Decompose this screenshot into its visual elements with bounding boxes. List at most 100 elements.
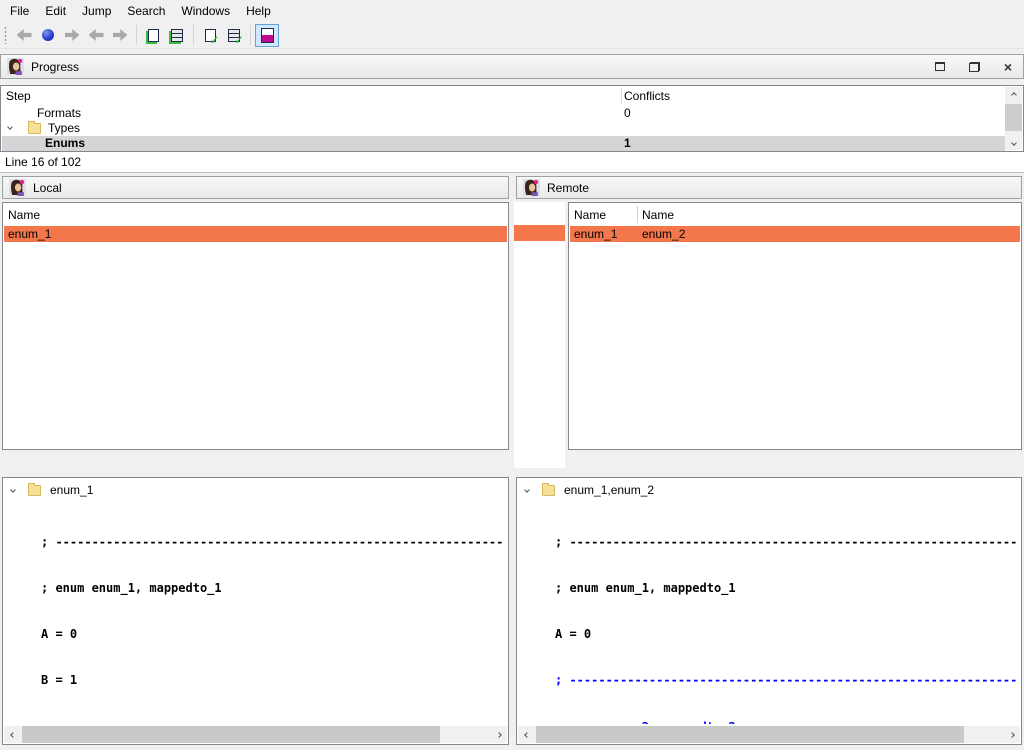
- folder-icon: [28, 485, 41, 496]
- remote-detail-pane: enum_1,enum_2 ; ------------------------…: [516, 477, 1022, 745]
- remote-code-block: ; --------------------------------------…: [555, 504, 1018, 724]
- toolbar-separator: [250, 25, 251, 45]
- remote-table: Name Name enum_1 enum_2: [568, 202, 1022, 450]
- back-button[interactable]: [12, 24, 36, 47]
- chevron-left-icon: [10, 732, 16, 738]
- scroll-down-button[interactable]: [1005, 135, 1022, 150]
- next-conflict-button[interactable]: [108, 24, 132, 47]
- column-header-conflicts[interactable]: Conflicts: [624, 89, 670, 103]
- document-check-icon: [205, 29, 216, 42]
- cell-name: enum_1: [8, 226, 51, 242]
- menu-windows[interactable]: Windows: [173, 1, 238, 21]
- progress-vertical-scrollbar[interactable]: [1005, 87, 1022, 150]
- blue-circle-icon: [42, 29, 54, 41]
- table-row-enums-selected[interactable]: Enums 1: [2, 136, 1005, 151]
- accept-button[interactable]: [198, 24, 222, 47]
- column-divider[interactable]: [637, 206, 638, 223]
- table-row-formats[interactable]: Formats 0: [2, 106, 1005, 121]
- menu-file[interactable]: File: [2, 1, 37, 21]
- maximize-icon: [935, 62, 945, 71]
- progress-table: Step Conflicts Formats 0 Types Enums 1: [0, 85, 1024, 152]
- database-check-icon: [228, 29, 240, 42]
- prev-conflict-button[interactable]: [84, 24, 108, 47]
- stop-button[interactable]: [36, 24, 60, 47]
- code-line: ; enum enum_2, mappedto_2: [555, 720, 1018, 724]
- scroll-left-button[interactable]: [4, 726, 21, 743]
- remote-title: Remote: [547, 181, 589, 195]
- prev-arrow-icon: [89, 29, 104, 41]
- local-title: Local: [33, 181, 62, 195]
- toolbar: [0, 22, 1024, 49]
- scroll-left-button[interactable]: [518, 726, 535, 743]
- row-label: Enums: [45, 136, 85, 151]
- row-label: Formats: [37, 106, 81, 121]
- scroll-thumb[interactable]: [1005, 104, 1022, 131]
- expand-chevron-icon[interactable]: [524, 487, 530, 493]
- scroll-right-button[interactable]: [1003, 726, 1020, 743]
- chevron-down-icon: [1011, 140, 1017, 146]
- local-titlebar: Local: [2, 176, 509, 199]
- database-green-icon: [171, 29, 183, 42]
- column-header-name-1[interactable]: Name: [574, 208, 606, 222]
- local-table-header: Name: [3, 203, 508, 226]
- local-detail-tree-item[interactable]: enum_1: [11, 483, 93, 497]
- code-line: ; --------------------------------------…: [555, 535, 1018, 550]
- conflict-link-cell: [514, 225, 565, 241]
- window-controls: ×: [931, 55, 1017, 78]
- table-row-types[interactable]: Types: [2, 121, 1005, 136]
- local-code-block: ; --------------------------------------…: [41, 504, 505, 724]
- local-detail-pane: enum_1 ; -------------------------------…: [2, 477, 509, 745]
- close-icon: ×: [1004, 60, 1012, 74]
- column-header-name[interactable]: Name: [8, 208, 40, 222]
- remote-horizontal-scrollbar[interactable]: [518, 726, 1020, 743]
- menu-jump[interactable]: Jump: [74, 1, 119, 21]
- code-line: A = 0: [41, 627, 505, 642]
- back-arrow-icon: [17, 29, 32, 41]
- tree-node-label: enum_1: [50, 483, 93, 497]
- local-row-enum1[interactable]: enum_1: [4, 226, 507, 242]
- conflict-link-strip: [514, 202, 565, 468]
- forward-arrow-icon: [65, 29, 80, 41]
- take-local-all-button[interactable]: [165, 24, 189, 47]
- chevron-up-icon: [1011, 92, 1017, 98]
- column-divider[interactable]: [621, 88, 622, 104]
- forward-button[interactable]: [60, 24, 84, 47]
- remote-row-enum[interactable]: enum_1 enum_2: [570, 226, 1020, 242]
- chevron-right-icon: [496, 732, 502, 738]
- column-header-step[interactable]: Step: [6, 89, 31, 103]
- menu-help[interactable]: Help: [238, 1, 279, 21]
- code-line: B = 1: [41, 673, 505, 688]
- scroll-thumb[interactable]: [536, 726, 964, 743]
- expand-chevron-icon[interactable]: [10, 487, 16, 493]
- local-horizontal-scrollbar[interactable]: [4, 726, 507, 743]
- row-conflicts: 1: [624, 136, 631, 151]
- restore-button[interactable]: [965, 58, 983, 76]
- local-panel-icon: [9, 179, 26, 196]
- column-header-name-2[interactable]: Name: [642, 208, 674, 222]
- take-local-button[interactable]: [141, 24, 165, 47]
- expand-chevron-icon[interactable]: [7, 124, 13, 130]
- remote-titlebar: Remote: [516, 176, 1022, 199]
- application-window: File Edit Jump Search Windows Help Progr…: [0, 0, 1024, 750]
- menu-search[interactable]: Search: [119, 1, 173, 21]
- tree-node-label: enum_1,enum_2: [564, 483, 654, 497]
- status-line: Line 16 of 102: [0, 152, 1024, 173]
- remote-detail-tree-item[interactable]: enum_1,enum_2: [525, 483, 654, 497]
- accept-all-button[interactable]: [222, 24, 246, 47]
- chevron-right-icon: [1009, 732, 1015, 738]
- document-green-icon: [148, 29, 159, 42]
- toolbar-grip[interactable]: [4, 26, 7, 44]
- maximize-button[interactable]: [931, 58, 949, 76]
- app-icon: [7, 58, 24, 75]
- folder-icon: [542, 485, 555, 496]
- scroll-right-button[interactable]: [490, 726, 507, 743]
- code-line: ; enum enum_1, mappedto_1: [555, 581, 1018, 596]
- menu-edit[interactable]: Edit: [37, 1, 74, 21]
- code-line: A = 0: [555, 627, 1018, 642]
- restore-icon: [969, 62, 980, 72]
- scroll-thumb[interactable]: [22, 726, 440, 743]
- close-button[interactable]: ×: [999, 58, 1017, 76]
- scroll-up-button[interactable]: [1005, 87, 1022, 102]
- progress-table-header: Step Conflicts: [1, 86, 1006, 106]
- diff-view-toggle[interactable]: [255, 24, 279, 47]
